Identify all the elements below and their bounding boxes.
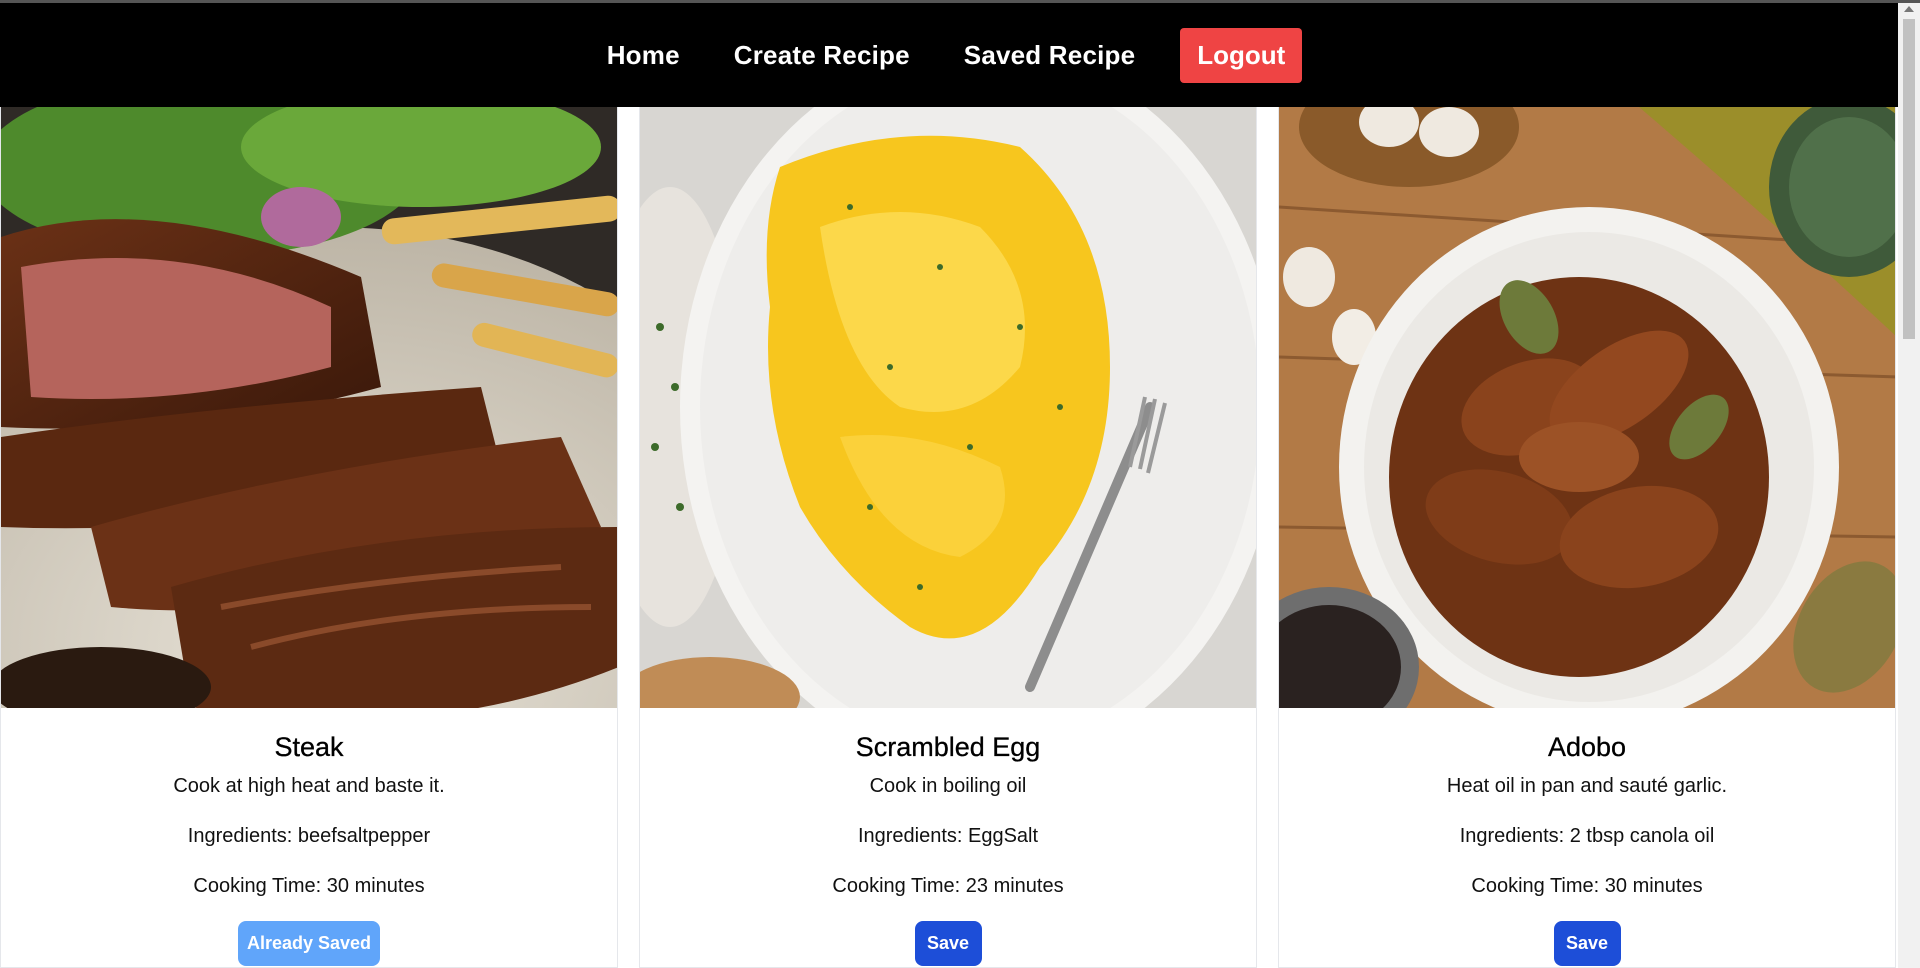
recipe-image-steak (1, 107, 617, 708)
page-scrollbar[interactable] (1898, 3, 1920, 968)
recipe-title: Scrambled Egg (855, 732, 1041, 762)
save-button[interactable]: Save (914, 921, 982, 966)
recipe-instructions: Cook in boiling oil (869, 775, 1027, 797)
scrollbar-thumb[interactable] (1903, 19, 1915, 339)
recipe-cooking-time: Cooking Time: 30 minutes (1471, 875, 1703, 897)
nav-create-recipe-link[interactable]: Create Recipe (734, 40, 910, 71)
nav-saved-recipe-link[interactable]: Saved Recipe (964, 40, 1136, 71)
recipe-cooking-time: Cooking Time: 23 minutes (832, 875, 1064, 897)
scroll-up-arrow-icon[interactable] (1904, 6, 1914, 12)
recipe-title: Adobo (1547, 732, 1627, 762)
recipe-list: Steak Cook at high heat and baste it. In… (0, 107, 1898, 968)
recipe-title: Steak (274, 732, 344, 762)
recipe-ingredients: Ingredients: EggSalt (857, 825, 1039, 847)
recipe-instructions: Cook at high heat and baste it. (173, 775, 445, 797)
recipe-card-body: Adobo Heat oil in pan and sauté garlic. … (1279, 732, 1895, 966)
recipe-image-scrambled-egg (640, 107, 1256, 708)
navbar: Home Create Recipe Saved Recipe Logout (0, 3, 1898, 107)
recipe-card-body: Steak Cook at high heat and baste it. In… (1, 732, 617, 966)
recipe-card-scrambled-egg: Scrambled Egg Cook in boiling oil Ingred… (639, 107, 1257, 968)
nav-home-link[interactable]: Home (607, 40, 680, 71)
already-saved-button[interactable]: Already Saved (238, 921, 380, 966)
recipe-ingredients: Ingredients: 2 tbsp canola oil (1459, 825, 1715, 847)
nav-links: Home Create Recipe Saved Recipe Logout (580, 27, 1303, 83)
save-button[interactable]: Save (1553, 921, 1621, 966)
recipe-card-steak: Steak Cook at high heat and baste it. In… (0, 107, 618, 968)
logout-button[interactable]: Logout (1180, 27, 1303, 83)
recipe-cooking-time: Cooking Time: 30 minutes (193, 875, 425, 897)
recipe-card-adobo: Adobo Heat oil in pan and sauté garlic. … (1278, 107, 1896, 968)
recipe-image-adobo (1279, 107, 1895, 708)
recipe-ingredients: Ingredients: beefsaltpepper (187, 825, 431, 847)
recipe-instructions: Heat oil in pan and sauté garlic. (1446, 775, 1728, 797)
recipe-card-body: Scrambled Egg Cook in boiling oil Ingred… (640, 732, 1256, 966)
